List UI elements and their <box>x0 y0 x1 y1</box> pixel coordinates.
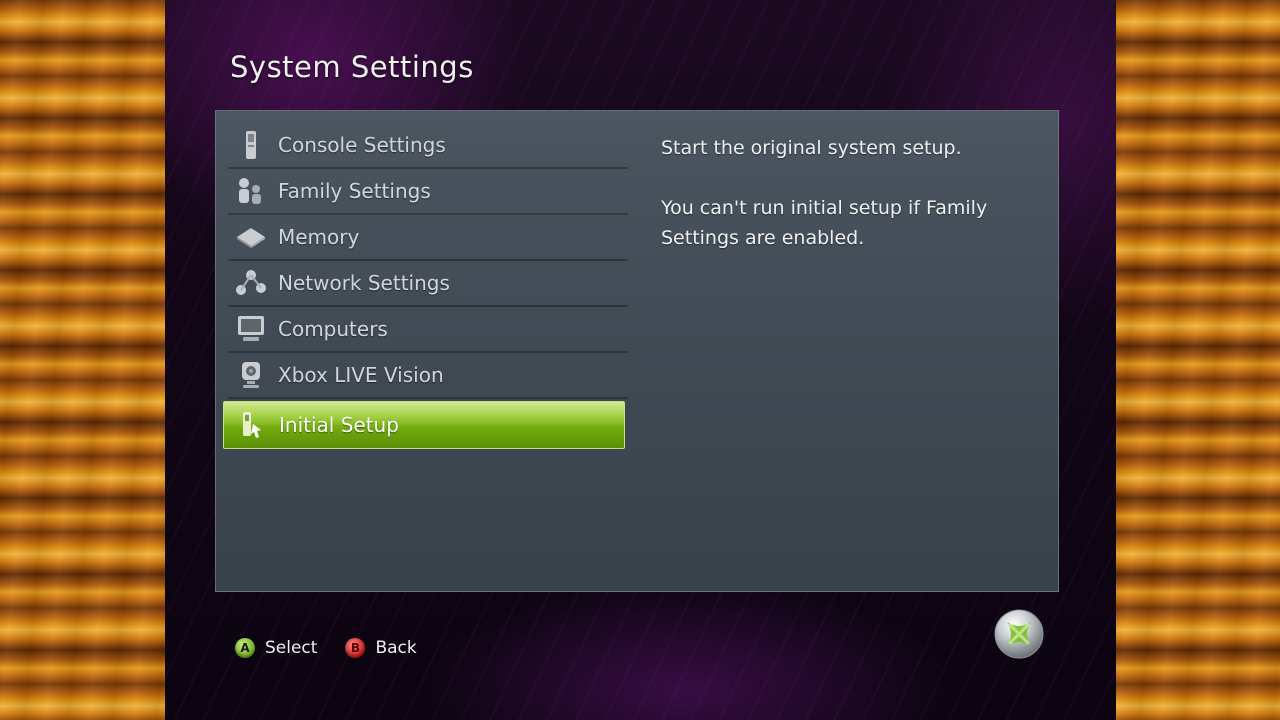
menu-item-network-settings[interactable]: Network Settings <box>228 261 628 307</box>
menu-item-console-settings[interactable]: Console Settings <box>228 123 628 169</box>
settings-panel: Console Settings Family Settings Memory … <box>215 110 1059 592</box>
menu-item-label: Family Settings <box>278 179 431 203</box>
menu-item-label: Console Settings <box>278 133 446 157</box>
menu-item-computers[interactable]: Computers <box>228 307 628 353</box>
description-line-1: Start the original system setup. <box>661 137 962 159</box>
page-title: System Settings <box>230 50 474 84</box>
description-line-2: You can't run initial setup if Family Se… <box>661 197 988 249</box>
button-hints: A Select B Back <box>235 638 445 658</box>
back-hint[interactable]: B Back <box>345 638 417 658</box>
b-button-icon: B <box>345 638 366 658</box>
menu-item-label: Computers <box>278 317 388 341</box>
setup-icon <box>235 408 269 442</box>
dashboard-screen: System Settings Console Settings Family … <box>165 0 1116 720</box>
console-icon <box>234 128 268 162</box>
camera-icon <box>234 358 268 392</box>
right-pillarbox <box>1116 0 1280 720</box>
select-label: Select <box>265 638 318 658</box>
menu-item-label: Network Settings <box>278 271 450 295</box>
network-icon <box>234 266 268 300</box>
menu-item-memory[interactable]: Memory <box>228 215 628 261</box>
menu-item-label: Xbox LIVE Vision <box>278 363 444 387</box>
menu-item-label: Memory <box>278 225 360 249</box>
a-button-icon: A <box>235 638 255 658</box>
menu-item-family-settings[interactable]: Family Settings <box>228 169 628 215</box>
family-icon <box>234 174 268 208</box>
item-description: Start the original system setup. You can… <box>661 133 1041 283</box>
settings-menu: Console Settings Family Settings Memory … <box>223 123 628 449</box>
select-hint[interactable]: A Select <box>235 638 317 658</box>
menu-item-label: Initial Setup <box>279 413 399 437</box>
memory-icon <box>234 220 268 254</box>
menu-item-xbox-live-vision[interactable]: Xbox LIVE Vision <box>228 353 628 399</box>
menu-item-initial-setup[interactable]: Initial Setup <box>223 401 625 449</box>
computer-icon <box>234 312 268 346</box>
back-label: Back <box>375 638 417 658</box>
xbox-logo-icon <box>993 608 1045 660</box>
left-pillarbox <box>0 0 165 720</box>
